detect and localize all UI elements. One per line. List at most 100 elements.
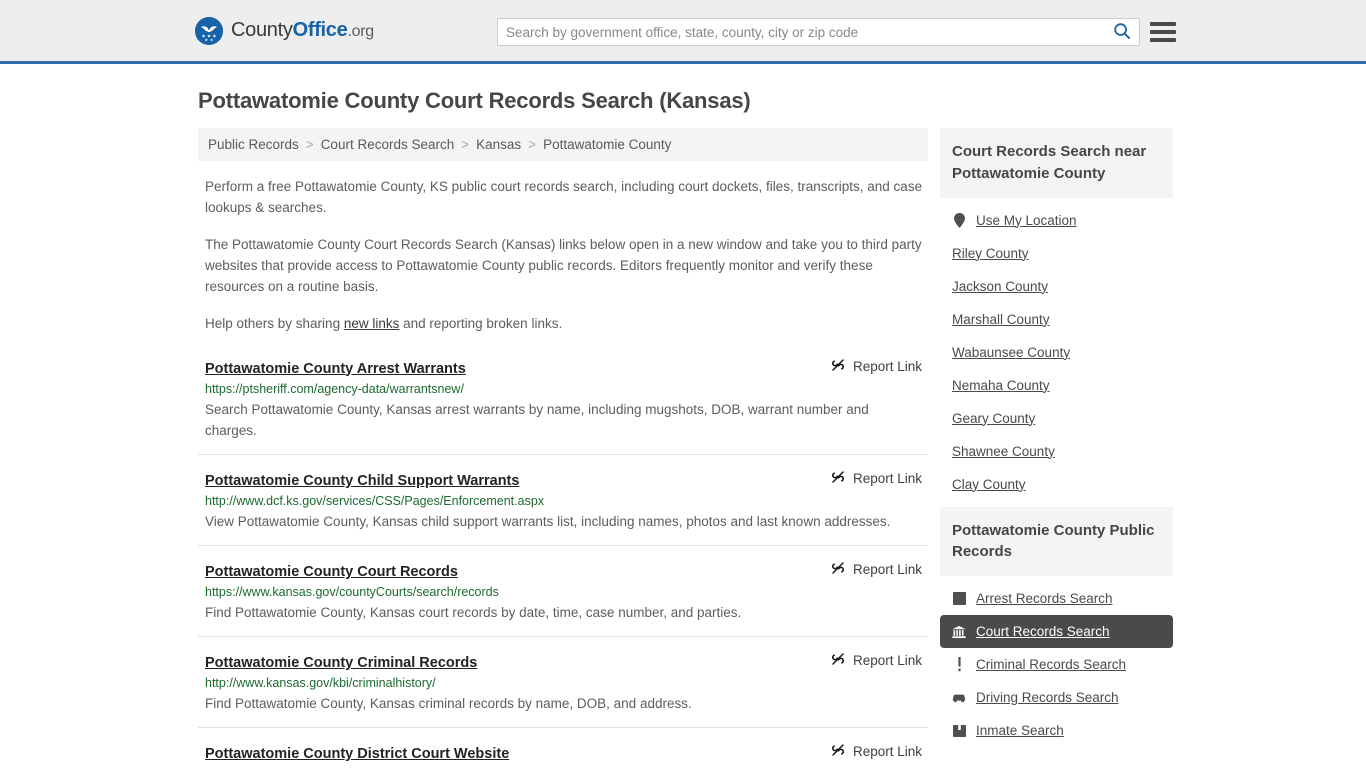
sidebar-item-nemaha-county[interactable]: Nemaha County (940, 369, 1173, 402)
intro-p3-before: Help others by sharing (205, 315, 344, 331)
sidebar: Court Records Search near Pottawatomie C… (940, 128, 1173, 768)
sidebar-item-driving-records-search[interactable]: Driving Records Search (940, 681, 1173, 714)
sidebar-item-riley-county[interactable]: Riley County (940, 237, 1173, 270)
result-title-link[interactable]: Pottawatomie County Arrest Warrants (205, 361, 466, 377)
sidebar-item-label: Arrest Records Search (976, 591, 1113, 606)
sidebar-item-label: Criminal Records Search (976, 657, 1127, 672)
page-container: Pottawatomie County Court Records Search… (0, 88, 1366, 768)
result-url[interactable]: https://ptsheriff.com/agency-data/warran… (205, 382, 922, 396)
breadcrumb-item-pottawatomie-county[interactable]: Pottawatomie County (543, 137, 671, 152)
search-icon (1113, 22, 1131, 43)
breadcrumb-item-public-records[interactable]: Public Records (208, 137, 299, 152)
result-header: Pottawatomie County Arrest Warrants Repo… (205, 357, 922, 377)
report-link-button[interactable]: Report Link (830, 742, 922, 761)
report-link-button[interactable]: Report Link (830, 651, 922, 670)
sidebar-item-marshall-county[interactable]: Marshall County (940, 303, 1173, 336)
breadcrumb-item-kansas[interactable]: Kansas (476, 137, 521, 152)
logo-text-office: Office (292, 19, 348, 41)
broken-link-icon (830, 742, 846, 761)
broken-link-icon (830, 469, 846, 488)
result-title-link[interactable]: Pottawatomie County Criminal Records (205, 655, 477, 671)
result-header: Pottawatomie County Court Records Report… (205, 560, 922, 580)
sidebar-item-criminal-records-search[interactable]: Criminal Records Search (940, 648, 1173, 681)
intro-p3-after: and reporting broken links. (399, 315, 563, 331)
result-title-link[interactable]: Pottawatomie County Child Support Warran… (205, 473, 519, 489)
results-list: Pottawatomie County Arrest Warrants Repo… (198, 357, 928, 768)
content-row: Public Records > Court Records Search > … (0, 128, 1366, 768)
map-pin-icon (952, 212, 966, 228)
hamburger-menu-icon[interactable] (1150, 19, 1176, 45)
report-link-label: Report Link (852, 471, 922, 487)
panel-nearby-list: Use My Location Riley County Jackson Cou… (940, 198, 1173, 501)
new-links-link[interactable]: new links (344, 316, 400, 331)
result-item: Pottawatomie County Arrest Warrants Repo… (198, 357, 928, 456)
panel-nearby-heading: Court Records Search near Pottawatomie C… (940, 128, 1173, 198)
result-item: Pottawatomie County Criminal Records Rep… (198, 651, 928, 728)
result-description: View Pottawatomie County, Kansas child s… (205, 514, 891, 530)
main-column: Public Records > Court Records Search > … (198, 128, 928, 768)
result-title-link[interactable]: Pottawatomie County District Court Websi… (205, 746, 509, 762)
report-link-button[interactable]: Report Link (830, 560, 922, 579)
result-item: Pottawatomie County Child Support Warran… (198, 469, 928, 547)
result-url[interactable]: http://www.dcf.ks.gov/services/CSS/Pages… (205, 494, 922, 508)
sidebar-item-label: Shawnee County (952, 443, 1055, 459)
result-item: Pottawatomie County Court Records Report… (198, 560, 928, 637)
logo-text-org: .org (347, 23, 374, 40)
panel-public-records-list: Arrest Records Search Court Records Sear… (940, 576, 1173, 747)
sidebar-item-label: Inmate Search (976, 723, 1064, 738)
sidebar-item-label: Use My Location (976, 212, 1077, 228)
menu-bar-2 (1150, 30, 1176, 34)
broken-link-icon (830, 651, 846, 670)
result-url[interactable]: https://www.kansas.gov/countyCourts/sear… (205, 585, 922, 599)
report-link-label: Report Link (852, 562, 922, 578)
eagle-logo-icon (195, 16, 223, 45)
sidebar-item-label: Riley County (952, 245, 1029, 261)
result-title-link[interactable]: Pottawatomie County Court Records (205, 564, 458, 580)
report-link-button[interactable]: Report Link (830, 469, 922, 488)
intro-text: Perform a free Pottawatomie County, KS p… (198, 177, 928, 335)
report-link-button[interactable]: Report Link (830, 357, 922, 376)
exclamation-icon (952, 657, 966, 672)
sidebar-item-label: Clay County (952, 476, 1026, 492)
breadcrumb-separator: > (305, 137, 314, 152)
report-link-label: Report Link (852, 652, 922, 668)
search-bar (497, 18, 1140, 46)
result-header: Pottawatomie County Child Support Warran… (205, 469, 922, 489)
result-header: Pottawatomie County District Court Websi… (205, 742, 922, 762)
sidebar-item-arrest-records-search[interactable]: Arrest Records Search (940, 582, 1173, 615)
sidebar-item-jackson-county[interactable]: Jackson County (940, 270, 1173, 303)
sidebar-item-wabaunsee-county[interactable]: Wabaunsee County (940, 336, 1173, 369)
search-input[interactable] (498, 19, 1105, 45)
breadcrumb-item-court-records-search[interactable]: Court Records Search (321, 137, 455, 152)
result-header: Pottawatomie County Criminal Records Rep… (205, 651, 922, 671)
logo-text-county: County (231, 19, 293, 41)
sidebar-item-label: Geary County (952, 410, 1036, 426)
sidebar-item-geary-county[interactable]: Geary County (940, 402, 1173, 435)
sidebar-item-shawnee-county[interactable]: Shawnee County (940, 435, 1173, 468)
menu-bar-3 (1150, 38, 1176, 42)
sidebar-item-court-records-search[interactable]: Court Records Search (940, 615, 1173, 648)
search-button[interactable] (1105, 19, 1139, 45)
menu-bar-1 (1150, 22, 1176, 26)
page-title: Pottawatomie County Court Records Search… (198, 88, 751, 113)
sidebar-item-use-my-location[interactable]: Use My Location (940, 204, 1173, 237)
panel-public-records-heading: Pottawatomie County Public Records (940, 506, 1173, 576)
intro-paragraph-1: Perform a free Pottawatomie County, KS p… (205, 179, 923, 215)
intro-paragraph-3: Help others by sharing new links and rep… (205, 314, 923, 335)
site-header: CountyOffice.org (0, 0, 1366, 64)
breadcrumb-separator: > (528, 137, 537, 152)
report-link-label: Report Link (852, 743, 922, 759)
panel-nearby-searches: Court Records Search near Pottawatomie C… (940, 128, 1173, 501)
result-description: Find Pottawatomie County, Kansas court r… (205, 605, 742, 621)
sidebar-item-label: Court Records Search (976, 624, 1110, 639)
result-url[interactable]: http://www.kansas.gov/kbi/criminalhistor… (205, 676, 922, 690)
sidebar-item-inmate-search[interactable]: Inmate Search (940, 714, 1173, 747)
site-logo-text: CountyOffice.org (231, 19, 374, 42)
broken-link-icon (830, 357, 846, 376)
breadcrumb-separator: > (461, 137, 470, 152)
intro-paragraph-2: The Pottawatomie County Court Records Se… (205, 236, 922, 294)
site-logo[interactable]: CountyOffice.org (195, 16, 374, 45)
panel-public-records: Pottawatomie County Public Records Arres… (940, 506, 1173, 748)
sidebar-item-label: Driving Records Search (976, 690, 1119, 705)
sidebar-item-clay-county[interactable]: Clay County (940, 468, 1173, 501)
